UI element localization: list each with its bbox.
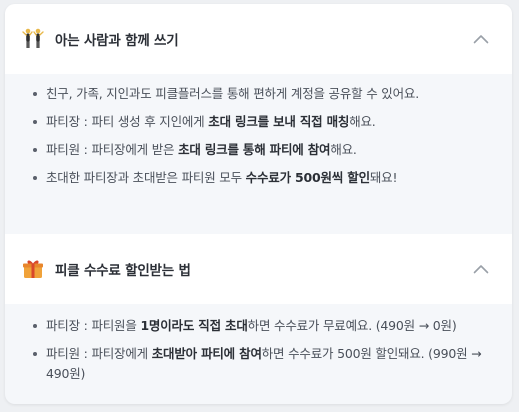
- section-title: 피클 수수료 할인받는 법: [55, 263, 191, 279]
- section-header-discount[interactable]: 피클 수수료 할인받는 법: [5, 234, 512, 304]
- gift-icon: [21, 257, 45, 281]
- section-title: 아는 사람과 함께 쓰기: [55, 33, 179, 49]
- list-item: 파티장 : 파티 생성 후 지인에게 초대 링크를 보내 직접 매칭해요.: [31, 112, 486, 132]
- section-body-discount: 파티장 : 파티원을 1명이라도 직접 초대하면 수수료가 무료예요. (490…: [5, 304, 512, 384]
- chevron-up-icon[interactable]: [472, 30, 490, 48]
- chevron-up-icon[interactable]: [472, 260, 490, 278]
- list-item: 초대한 파티장과 초대받은 파티원 모두 수수료가 500원씩 할인돼요!: [31, 168, 486, 188]
- list-item: 파티원 : 파티장에게 초대받아 파티에 참여하면 수수료가 500원 할인돼요…: [31, 344, 486, 384]
- list-item: 파티원 : 파티장에게 받은 초대 링크를 통해 파티에 참여해요.: [31, 140, 486, 160]
- section-body-invite: 친구, 가족, 지인과도 피클플러스를 통해 편하게 계정을 공유할 수 있어요…: [5, 74, 512, 234]
- list-item: 친구, 가족, 지인과도 피클플러스를 통해 편하게 계정을 공유할 수 있어요…: [31, 84, 486, 104]
- list-item: 파티장 : 파티원을 1명이라도 직접 초대하면 수수료가 무료예요. (490…: [31, 316, 486, 336]
- section-header-invite[interactable]: 아는 사람과 함께 쓰기: [5, 4, 512, 74]
- bullet-list: 친구, 가족, 지인과도 피클플러스를 통해 편하게 계정을 공유할 수 있어요…: [31, 84, 486, 188]
- two-people-icon: [21, 27, 45, 51]
- bullet-list: 파티장 : 파티원을 1명이라도 직접 초대하면 수수료가 무료예요. (490…: [31, 316, 486, 384]
- info-card: 아는 사람과 함께 쓰기 친구, 가족, 지인과도 피클플러스를 통해 편하게 …: [5, 4, 512, 404]
